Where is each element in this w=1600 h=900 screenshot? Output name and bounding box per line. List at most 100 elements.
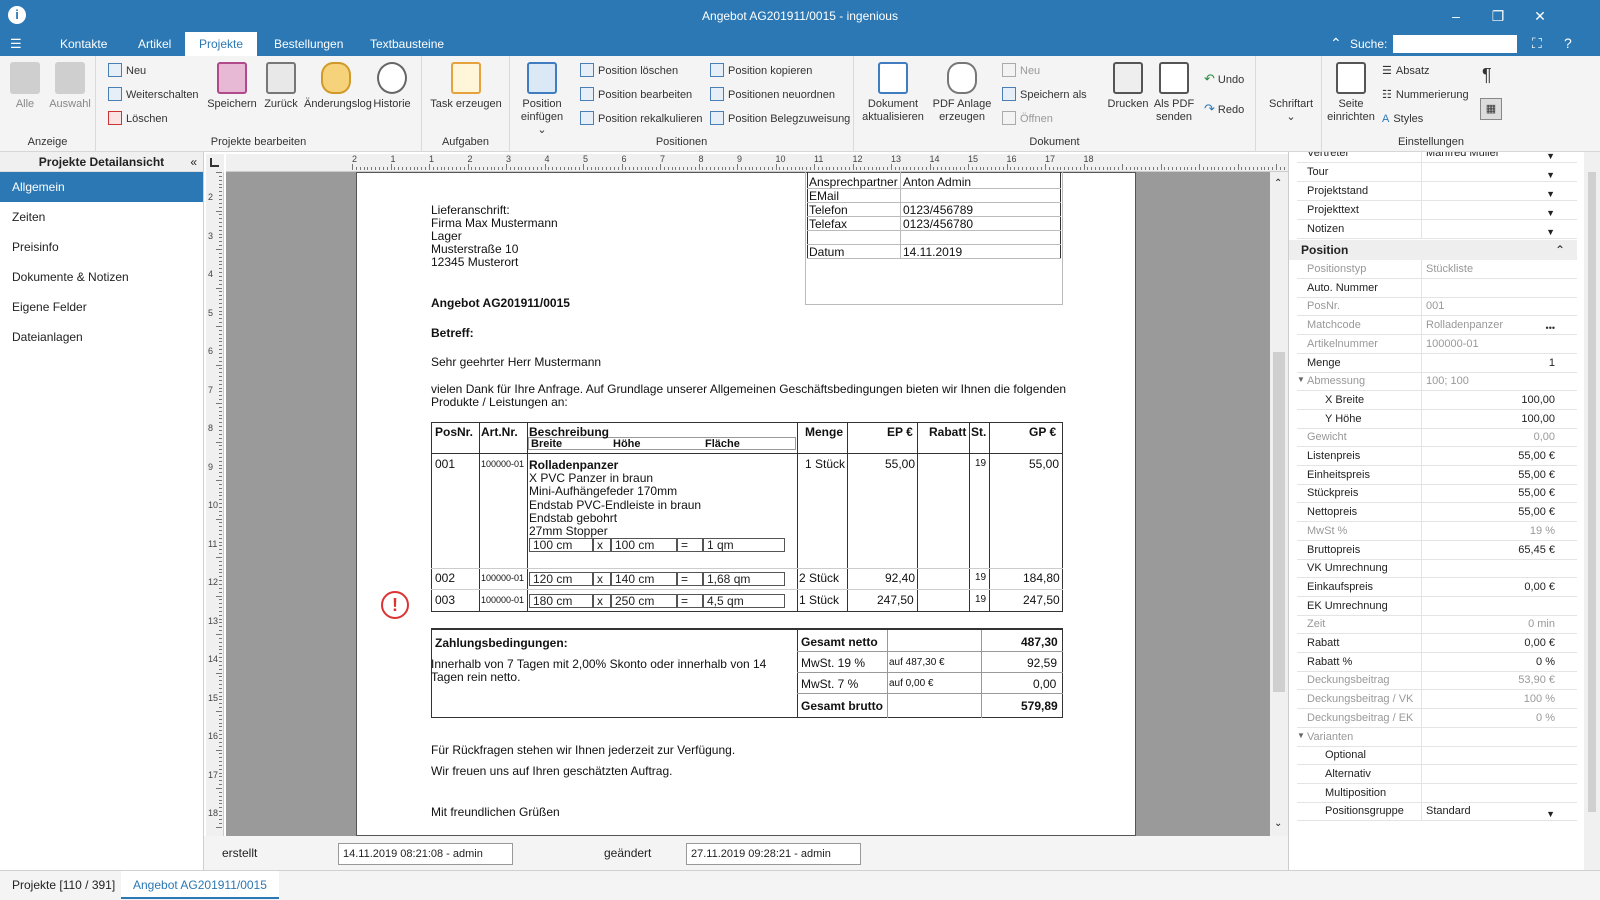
properties-scrollbar[interactable] bbox=[1584, 152, 1600, 870]
zurueck-button[interactable]: Zurück bbox=[260, 62, 302, 111]
prop-value[interactable] bbox=[1421, 559, 1559, 579]
position-loeschen-button[interactable]: Position löschen bbox=[580, 62, 678, 80]
row3-hoehe-field[interactable]: 250 cm bbox=[611, 594, 677, 608]
row3-flaeche-field[interactable]: 4,5 qm bbox=[703, 594, 785, 608]
prop-value[interactable]: 0 % bbox=[1421, 652, 1559, 672]
dokument-aktualisieren-button[interactable]: Dokument aktualisieren bbox=[860, 62, 926, 124]
prop-field[interactable]: Rolladenpanzer ••• bbox=[1421, 316, 1559, 336]
alle-button[interactable]: Alle bbox=[8, 62, 42, 111]
prop-dropdown[interactable]: ▼ bbox=[1421, 163, 1559, 182]
aenderungslog-button[interactable]: Änderungslog bbox=[304, 62, 372, 111]
absatz-button[interactable]: ☰ Absatz bbox=[1382, 62, 1430, 80]
prop-value[interactable]: 53,90 € bbox=[1421, 671, 1559, 691]
collapse-ribbon-icon[interactable]: ⌃ bbox=[1330, 35, 1342, 52]
prop-value[interactable]: 55,00 € bbox=[1421, 465, 1559, 485]
vertical-ruler[interactable]: 2 3 4 5 6 7 8 9 10 11 12 13 14 15 16 17 18 bbox=[206, 172, 224, 836]
properties-scroll-thumb[interactable] bbox=[1588, 172, 1596, 812]
document-page[interactable]: Lieferanschrift: Firma Max Mustermann La… bbox=[356, 172, 1136, 836]
scroll-up-icon[interactable]: ⌃ bbox=[1274, 178, 1282, 189]
prop-value[interactable]: 0,00 € bbox=[1421, 577, 1559, 597]
exclamation-circle-icon[interactable]: ! bbox=[381, 591, 409, 619]
historie-button[interactable]: Historie bbox=[370, 62, 414, 111]
tab-kontakte[interactable]: Kontakte bbox=[46, 32, 121, 56]
row3-breite-field[interactable]: 180 cm bbox=[529, 594, 593, 608]
prop-value[interactable]: 65,45 € bbox=[1421, 540, 1559, 560]
prop-value[interactable]: 100000-01 bbox=[1421, 334, 1559, 354]
position-bearbeiten-button[interactable]: Position bearbeiten bbox=[580, 86, 692, 104]
position-kopieren-button[interactable]: Position kopieren bbox=[710, 62, 812, 80]
collapse-sidebar-icon[interactable]: « bbox=[190, 152, 197, 172]
sidebar-item-allgemein[interactable]: Allgemein bbox=[0, 172, 203, 202]
prop-dropdown[interactable]: Standard ▼ bbox=[1421, 802, 1559, 822]
weiterschalten-button[interactable]: Weiterschalten bbox=[108, 86, 199, 104]
search-input[interactable] bbox=[1393, 35, 1517, 53]
prop-value[interactable]: 100 % bbox=[1421, 690, 1559, 710]
prop-value[interactable]: 0 min bbox=[1421, 615, 1559, 635]
row1-hoehe-field[interactable]: 100 cm bbox=[611, 538, 677, 552]
dokument-neu-button[interactable]: Neu bbox=[1002, 62, 1040, 80]
task-erzeugen-button[interactable]: Task erzeugen bbox=[426, 62, 506, 111]
maximize-icon[interactable]: ❐ bbox=[1482, 4, 1514, 28]
prop-value[interactable]: 100,00 bbox=[1421, 390, 1559, 410]
positionen-neuordnen-button[interactable]: Positionen neuordnen bbox=[710, 86, 835, 104]
row1-breite-field[interactable]: 100 cm bbox=[529, 538, 593, 552]
section-position[interactable]: Position ⌃ bbox=[1289, 240, 1577, 260]
prop-dropdown[interactable]: Manfred Müller ▼ bbox=[1421, 152, 1559, 163]
prop-value[interactable]: 100; 100 bbox=[1421, 372, 1559, 392]
row2-flaeche-field[interactable]: 1,68 qm bbox=[703, 572, 785, 586]
tab-projekte-liste[interactable]: Projekte [110 / 391] bbox=[0, 871, 127, 899]
help-icon[interactable]: ? bbox=[1564, 35, 1572, 51]
speichern-button[interactable]: Speichern bbox=[206, 62, 258, 111]
scroll-down-icon[interactable]: ⌄ bbox=[1274, 818, 1282, 829]
tab-bestellungen[interactable]: Bestellungen bbox=[260, 32, 357, 56]
pilcrow-icon[interactable]: ¶ bbox=[1482, 66, 1492, 84]
prop-dropdown[interactable]: ▼ bbox=[1421, 182, 1559, 201]
prop-value[interactable]: 001 bbox=[1421, 297, 1559, 317]
sidebar-item-dokumente-notizen[interactable]: Dokumente & Notizen bbox=[0, 262, 203, 292]
als-pdf-senden-button[interactable]: Als PDF senden bbox=[1152, 62, 1196, 124]
row2-breite-field[interactable]: 120 cm bbox=[529, 572, 593, 586]
styles-button[interactable]: A Styles bbox=[1382, 110, 1423, 128]
tab-projekte[interactable]: Projekte bbox=[185, 32, 258, 56]
prop-value[interactable]: 19 % bbox=[1421, 521, 1559, 541]
seite-einrichten-button[interactable]: Seite einrichten bbox=[1326, 62, 1376, 124]
sidebar-item-dateianlagen[interactable]: Dateianlagen bbox=[0, 322, 203, 352]
prop-value[interactable]: 0,00 € bbox=[1421, 634, 1559, 653]
prop-value[interactable] bbox=[1421, 727, 1559, 747]
schriftart-button[interactable]: Schriftart ⌄ bbox=[1264, 98, 1318, 124]
auswahl-button[interactable]: Auswahl bbox=[48, 62, 92, 111]
position-belegzuweisung-button[interactable]: Position Belegzuweisung bbox=[710, 110, 850, 128]
prop-value[interactable]: Stückliste bbox=[1421, 260, 1559, 279]
row1-flaeche-field[interactable]: 1 qm bbox=[703, 538, 785, 552]
prop-value[interactable]: 1 bbox=[1421, 353, 1559, 373]
sidebar-item-eigene-felder[interactable]: Eigene Felder bbox=[0, 292, 203, 322]
sidebar-item-preisinfo[interactable]: Preisinfo bbox=[0, 232, 203, 262]
tab-angebot[interactable]: Angebot AG201911/0015 bbox=[121, 871, 279, 899]
tab-textbausteine[interactable]: Textbausteine bbox=[356, 32, 458, 56]
tab-artikel[interactable]: Artikel bbox=[124, 32, 185, 56]
prop-value[interactable]: 55,00 € bbox=[1421, 503, 1559, 523]
position-einfuegen-button[interactable]: Position einfügen ⌄ bbox=[516, 62, 568, 137]
minimize-icon[interactable]: – bbox=[1440, 4, 1472, 28]
close-icon[interactable]: ✕ bbox=[1524, 4, 1556, 28]
prop-dropdown[interactable]: ▼ bbox=[1421, 201, 1559, 220]
sidebar-item-zeiten[interactable]: Zeiten bbox=[0, 202, 203, 232]
prop-value[interactable]: 55,00 € bbox=[1421, 484, 1559, 504]
app-menu-icon[interactable]: ☰ bbox=[10, 36, 22, 52]
document-scrollbar[interactable]: ⌃ ⌄ bbox=[1270, 172, 1288, 836]
row2-hoehe-field[interactable]: 140 cm bbox=[611, 572, 677, 586]
prop-value[interactable]: 55,00 € bbox=[1421, 447, 1559, 466]
expand-triangle-icon[interactable]: ▼ bbox=[1297, 375, 1305, 384]
binoculars-icon[interactable]: ⛶ bbox=[1532, 35, 1542, 52]
position-rekalkulieren-button[interactable]: Position rekalkulieren bbox=[580, 110, 703, 128]
expand-triangle-icon[interactable]: ▼ bbox=[1297, 731, 1305, 740]
neu-button[interactable]: Neu bbox=[108, 62, 146, 80]
drucken-button[interactable]: Drucken bbox=[1106, 62, 1150, 111]
document-scroll-thumb[interactable] bbox=[1273, 352, 1285, 692]
pdf-anlage-button[interactable]: PDF Anlage erzeugen bbox=[930, 62, 994, 124]
prop-value[interactable] bbox=[1421, 596, 1559, 616]
horizontal-ruler[interactable]: 2 1 1 2 3 4 5 6 7 8 9 10 11 12 13 14 15 16 17 18 bbox=[226, 154, 1288, 172]
prop-value[interactable]: 100,00 bbox=[1421, 409, 1559, 429]
loeschen-button[interactable]: Löschen bbox=[108, 110, 168, 128]
prop-value[interactable]: 0,00 bbox=[1421, 428, 1559, 448]
